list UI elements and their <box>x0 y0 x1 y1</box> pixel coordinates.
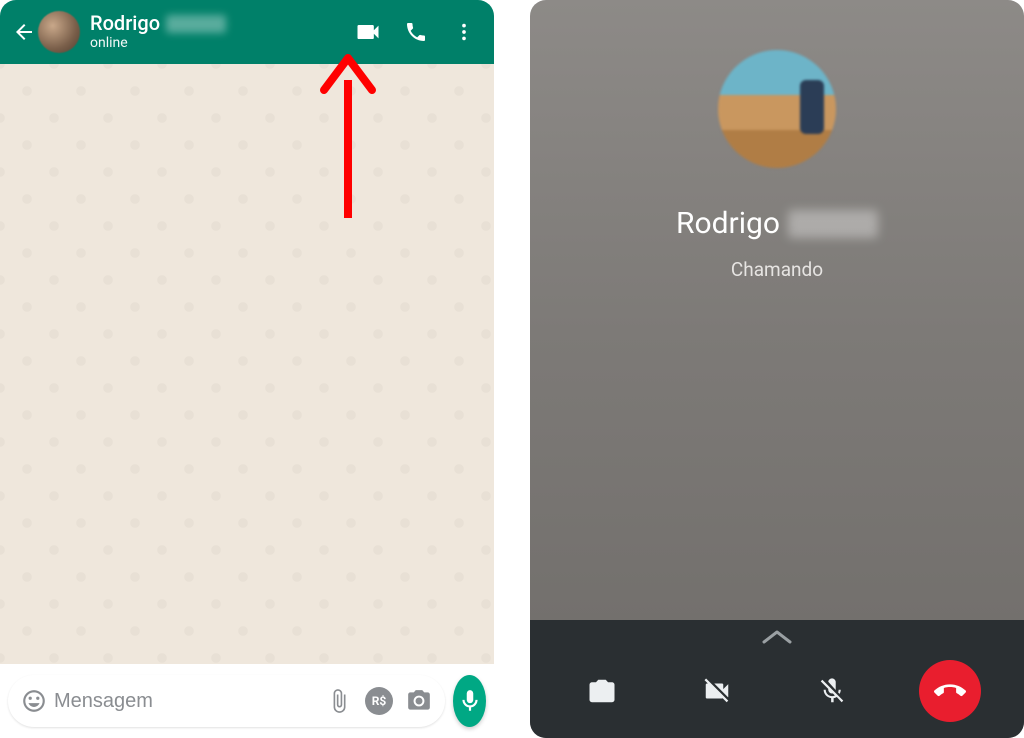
paperclip-icon <box>326 688 352 714</box>
emoji-icon <box>21 688 47 714</box>
contact-name-text: Rodrigo <box>90 12 160 35</box>
voice-call-button[interactable] <box>392 8 440 56</box>
arrow-left-icon <box>12 20 36 44</box>
call-footer <box>530 620 1024 738</box>
mic-icon <box>457 688 483 714</box>
voice-message-button[interactable] <box>453 675 486 727</box>
call-status: Chamando <box>530 258 1024 281</box>
dots-vertical-icon <box>453 21 475 43</box>
chat-screen: Rodrigo online R$ <box>0 0 494 738</box>
chat-header: Rodrigo online <box>0 0 494 64</box>
emoji-button[interactable] <box>14 681 54 721</box>
contact-info[interactable]: Rodrigo online <box>90 12 344 51</box>
message-input-pill: R$ <box>8 675 445 727</box>
video-off-icon <box>702 676 732 706</box>
switch-camera-icon <box>587 676 617 706</box>
back-button[interactable] <box>6 14 42 50</box>
more-options-button[interactable] <box>440 8 488 56</box>
attach-button[interactable] <box>319 681 359 721</box>
mic-off-icon <box>817 676 847 706</box>
call-contact-name: Rodrigo <box>530 206 1024 241</box>
call-contact-surname-blurred <box>788 210 878 238</box>
camera-button[interactable] <box>399 681 439 721</box>
call-screen: Rodrigo Chamando <box>530 0 1024 738</box>
end-call-button[interactable] <box>919 660 981 722</box>
message-input-bar: R$ <box>8 672 486 730</box>
chevron-up-icon[interactable] <box>760 628 794 646</box>
contact-surname-blurred <box>166 15 226 33</box>
call-contact-name-text: Rodrigo <box>676 206 780 241</box>
payment-button[interactable]: R$ <box>359 681 399 721</box>
payment-icon: R$ <box>365 687 393 715</box>
contact-avatar[interactable] <box>38 11 80 53</box>
contact-status: online <box>90 35 344 51</box>
phone-icon <box>404 20 428 44</box>
video-call-button[interactable] <box>344 8 392 56</box>
hangup-icon <box>934 675 966 707</box>
call-button-row <box>530 660 1024 722</box>
video-camera-icon <box>354 18 382 46</box>
switch-camera-button[interactable] <box>574 663 630 719</box>
call-contact-avatar <box>718 50 836 168</box>
toggle-mic-button[interactable] <box>804 663 860 719</box>
chat-background[interactable] <box>0 64 494 664</box>
message-input[interactable] <box>54 690 319 713</box>
toggle-video-button[interactable] <box>689 663 745 719</box>
camera-icon <box>406 688 432 714</box>
